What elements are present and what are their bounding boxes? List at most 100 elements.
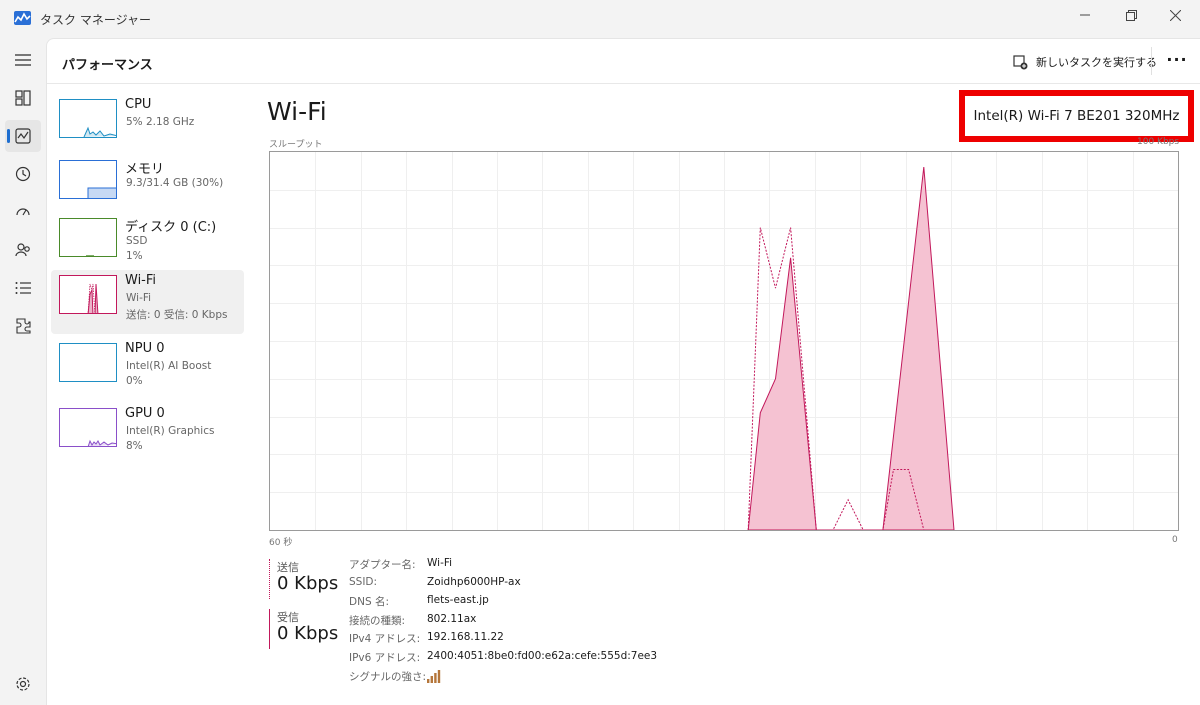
- device-detail-2: 0%: [126, 375, 143, 387]
- nav-startup-apps[interactable]: [5, 196, 41, 228]
- property-value: Zoidhp6000HP-ax: [427, 575, 521, 588]
- hamburger-menu-button[interactable]: [5, 44, 41, 76]
- device-item[interactable]: Wi-Fi Wi-Fi 送信: 0 受信: 0 Kbps: [51, 270, 244, 334]
- signal-bar: [430, 675, 433, 683]
- run-new-task-button[interactable]: 新しいタスクを実行する: [1013, 51, 1157, 73]
- device-item[interactable]: CPU 5% 2.18 GHz: [51, 94, 244, 158]
- device-thumbnail: [59, 218, 117, 257]
- device-thumbnail: [59, 160, 117, 199]
- users-icon: [15, 243, 30, 257]
- property-value: 802.11ax: [427, 612, 477, 625]
- nav-app-history[interactable]: [5, 158, 41, 190]
- device-thumbnail: [59, 275, 117, 314]
- signal-strength-icon: [427, 669, 441, 683]
- nav-processes[interactable]: [5, 82, 41, 114]
- device-detail-2: 1%: [126, 250, 143, 262]
- device-name: NPU 0: [125, 341, 165, 356]
- device-detail-1: Intel(R) Graphics: [126, 425, 215, 437]
- run-task-label: 新しいタスクを実行する: [1036, 56, 1157, 69]
- window-title: タスク マネージャー: [40, 13, 151, 27]
- adapter-name-highlight: Intel(R) Wi-Fi 7 BE201 320MHz: [959, 90, 1194, 142]
- property-value: 192.168.11.22: [427, 631, 504, 644]
- device-thumbnail: [59, 343, 117, 382]
- device-detail-1: SSD: [126, 235, 148, 247]
- graph-label: スループット: [269, 140, 323, 150]
- device-thumbnail: [59, 99, 117, 138]
- receive-value: 0 Kbps: [277, 623, 339, 644]
- device-item[interactable]: GPU 0 Intel(R) Graphics 8%: [51, 403, 244, 467]
- processes-icon: [15, 90, 31, 106]
- hamburger-menu-icon: [15, 54, 31, 66]
- throughput-graph: [269, 151, 1179, 531]
- property-value: Wi-Fi: [427, 557, 453, 569]
- property-label: SSID:: [349, 575, 378, 588]
- thumbnail-graph: [83, 126, 116, 137]
- device-item[interactable]: ディスク 0 (C:) SSD 1%: [51, 213, 244, 277]
- axis-right-label: 0: [1172, 535, 1178, 545]
- device-name: ディスク 0 (C:): [125, 220, 217, 235]
- nav-rail: [0, 38, 46, 705]
- device-detail-1: Intel(R) AI Boost: [126, 360, 212, 372]
- signal-bar: [437, 669, 441, 683]
- device-name: GPU 0: [125, 406, 165, 421]
- device-detail-2: 8%: [126, 440, 143, 452]
- task-manager-app-icon: [14, 11, 31, 25]
- receive-rate-indicator: [269, 609, 270, 649]
- device-detail-1: Wi-Fi: [126, 292, 152, 304]
- send-value: 0 Kbps: [277, 573, 339, 594]
- device-detail-1: 5% 2.18 GHz: [126, 116, 195, 128]
- restore-button[interactable]: [1108, 0, 1154, 30]
- device-item[interactable]: メモリ 9.3/31.4 GB (30%): [51, 155, 244, 219]
- property-label: IPv6 アドレス:: [349, 652, 421, 664]
- property-value: flets-east.jp: [427, 594, 489, 607]
- performance-icon: [15, 128, 31, 144]
- property-label: DNS 名:: [349, 596, 389, 609]
- restore-icon: [1125, 9, 1137, 21]
- settings-icon: [16, 677, 30, 691]
- main-panel: パフォーマンス 新しいタスクを実行する ··· CPU 5% 2.18 GHz メモ…: [46, 38, 1200, 705]
- graph-max-label: 100 Kbps: [1137, 137, 1180, 147]
- receive-throughput-series: [747, 167, 955, 531]
- startup-apps-icon: [16, 208, 30, 216]
- axis-left-label: 60 秒: [269, 538, 293, 548]
- device-name: メモリ: [125, 162, 165, 177]
- nav-services[interactable]: [5, 310, 41, 342]
- device-detail-2: 送信: 0 受信: 0 Kbps: [126, 309, 228, 321]
- minimize-button[interactable]: [1062, 0, 1108, 30]
- signal-bar: [434, 672, 437, 683]
- run-task-icon: [1013, 54, 1028, 69]
- device-name: Wi-Fi: [125, 273, 157, 288]
- thumbnail-graph: [60, 344, 117, 382]
- property-label: シグナルの強さ:: [349, 670, 427, 683]
- active-nav-indicator: [7, 129, 10, 143]
- device-item[interactable]: NPU 0 Intel(R) AI Boost 0%: [51, 338, 244, 402]
- signal-bar: [427, 678, 430, 683]
- thumbnail-graph: [87, 283, 99, 313]
- nav-details[interactable]: [5, 272, 41, 304]
- title-bar: タスク マネージャー: [0, 0, 1200, 38]
- details-icon: [15, 282, 31, 294]
- close-icon: [1169, 9, 1181, 21]
- page-title: パフォーマンス: [62, 58, 153, 73]
- thumbnail-graph: [86, 255, 94, 256]
- property-label: IPv4 アドレス:: [349, 633, 421, 646]
- close-button[interactable]: [1152, 0, 1198, 30]
- header-separator: [1151, 47, 1152, 75]
- nav-settings[interactable]: [5, 668, 41, 700]
- device-thumbnail: [59, 408, 117, 447]
- property-value: 2400:4051:8be0:fd00:e62a:cefe:555d:7ee3: [427, 650, 658, 662]
- nav-performance[interactable]: [5, 120, 41, 152]
- minimize-icon: [1080, 14, 1090, 16]
- app-history-icon: [15, 166, 31, 182]
- property-label: アダプター名:: [349, 559, 416, 571]
- device-name: CPU: [125, 97, 152, 112]
- more-options-button[interactable]: ···: [1165, 51, 1189, 73]
- send-rate-indicator: [269, 559, 270, 599]
- services-icon: [16, 318, 31, 334]
- property-label: 接続の種類:: [349, 614, 406, 627]
- page-header: パフォーマンス 新しいタスクを実行する ···: [47, 39, 1200, 84]
- thumbnail-graph: [87, 439, 116, 446]
- device-title: Wi-Fi: [267, 97, 327, 126]
- nav-users[interactable]: [5, 234, 41, 266]
- device-detail-1: 9.3/31.4 GB (30%): [126, 177, 224, 189]
